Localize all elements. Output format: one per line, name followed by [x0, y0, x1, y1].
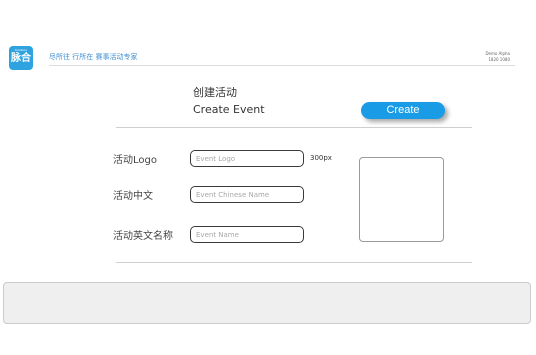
page: Kinoboo 脉合 尽所往 行所在 赛事活动专家 Demo Alpha 182…: [0, 0, 536, 355]
page-title-english: Create Event: [193, 103, 265, 116]
event-logo-input[interactable]: [190, 150, 304, 167]
logo-main-text: 脉合: [11, 53, 31, 64]
user-id: 1820 1080: [488, 57, 510, 62]
logo-size-hint: 300px: [310, 154, 332, 162]
section-divider-bottom: [116, 262, 472, 263]
create-button[interactable]: Create: [361, 102, 445, 119]
event-english-name-input[interactable]: [190, 226, 304, 243]
event-logo-label: 活动Logo: [113, 155, 157, 166]
logo-preview-box[interactable]: [359, 157, 444, 242]
header-slogan: 尽所往 行所在 赛事活动专家: [49, 53, 138, 61]
header-divider: [49, 65, 515, 66]
footer-bar: [3, 282, 531, 324]
event-chinese-name-input[interactable]: [190, 186, 304, 203]
app-logo[interactable]: Kinoboo 脉合: [9, 46, 33, 70]
section-divider-top: [116, 127, 472, 128]
event-english-name-label: 活动英文名称: [113, 231, 173, 242]
page-title-chinese: 创建活动: [193, 86, 237, 99]
event-chinese-name-label: 活动中文: [113, 191, 153, 202]
user-info[interactable]: Demo Alpha 1820 1080: [485, 51, 510, 63]
